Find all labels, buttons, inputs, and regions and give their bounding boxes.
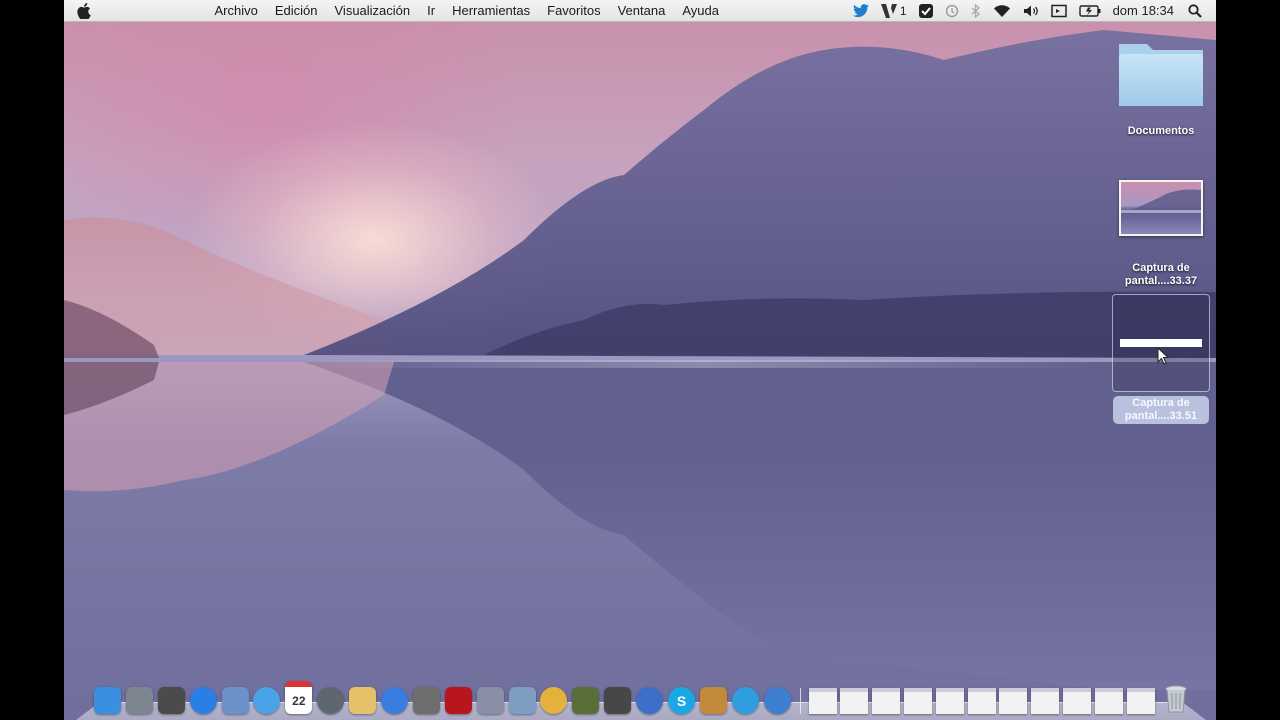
trash-icon[interactable] (1164, 684, 1188, 714)
dock-minimized-window[interactable] (808, 688, 837, 714)
desktop-item-label: Documentos (1127, 125, 1195, 137)
globe-icon[interactable] (636, 687, 664, 714)
desktop-folder-documentos[interactable]: Documentos (1111, 38, 1211, 138)
selection-highlight (1112, 294, 1210, 392)
pen-icon[interactable] (604, 687, 632, 714)
skype-icon[interactable]: S (668, 687, 696, 714)
preview-icon[interactable] (221, 687, 249, 714)
dock-separator (799, 688, 801, 714)
battery-icon[interactable] (1078, 0, 1101, 21)
desktop-item-label: Captura de pantal....33.37 (1124, 262, 1198, 287)
menu-favoritos[interactable]: Favoritos (539, 0, 609, 21)
dock-minimized-window[interactable] (935, 688, 964, 714)
chrome-icon[interactable] (540, 687, 568, 714)
menu-edicion[interactable]: Edición (266, 0, 326, 21)
mouse-cursor-icon (1157, 347, 1169, 365)
dock-minimized-window[interactable] (999, 688, 1028, 714)
menu-herramientas[interactable]: Herramientas (444, 0, 539, 21)
desktop-screenshot-2-selected[interactable]: Captura de pantal....33.51 (1111, 294, 1211, 424)
quicktime-icon[interactable] (763, 687, 791, 714)
screenshot-thumbnail (1120, 339, 1202, 347)
calendar-icon[interactable]: 22 (285, 681, 313, 714)
desktop-screenshot-1[interactable]: Captura de pantal....33.37 (1111, 180, 1211, 288)
dock-minimized-window[interactable] (840, 688, 869, 714)
itunes-icon[interactable] (381, 687, 409, 714)
wifi-icon[interactable] (993, 0, 1011, 21)
wallpaper-glow (184, 120, 564, 360)
dock: 22 S (76, 680, 1206, 720)
photo-app-icon[interactable] (444, 687, 472, 714)
dock-icon-glyph: 22 (292, 693, 306, 708)
menu-ventana[interactable]: Ventana (609, 0, 674, 21)
bluetooth-icon[interactable] (971, 0, 981, 21)
desktop-item-label[interactable]: Captura de pantal....33.51 (1113, 396, 1209, 424)
image-app-icon[interactable] (699, 687, 727, 714)
launchpad-icon[interactable] (125, 687, 153, 714)
water-horizon (304, 360, 1104, 368)
dock-minimized-window[interactable] (1062, 688, 1091, 714)
screenshot-thumbnail (1119, 180, 1203, 236)
dock-minimized-window[interactable] (967, 688, 996, 714)
status-area: 1 dom 18:34 (847, 0, 1216, 21)
time-machine-icon[interactable] (945, 0, 959, 21)
dock-minimized-window[interactable] (1126, 688, 1155, 714)
iphoto-icon[interactable] (508, 687, 536, 714)
app-store-icon[interactable] (189, 687, 217, 714)
adobe-icon[interactable]: 1 (880, 0, 907, 21)
facetime-icon[interactable] (317, 687, 345, 714)
twitter-bird-icon[interactable] (731, 687, 759, 714)
menu-ayuda[interactable]: Ayuda (674, 0, 728, 21)
apple-icon[interactable] (64, 2, 104, 19)
dock-minimized-window[interactable] (903, 688, 932, 714)
screen-icon[interactable] (1050, 0, 1067, 21)
twitter-icon[interactable] (852, 0, 869, 21)
imovie-icon[interactable] (572, 687, 600, 714)
notes-icon[interactable] (349, 687, 377, 714)
dock-minimized-window[interactable] (1031, 688, 1060, 714)
adobe-count: 1 (899, 3, 907, 18)
menu-visualizacion[interactable]: Visualización (326, 0, 419, 21)
menu-clock[interactable]: dom 18:34 (1113, 0, 1174, 21)
script-editor-icon[interactable] (476, 687, 504, 714)
finder-icon[interactable] (94, 687, 121, 714)
menu-bar: Archivo Edición Visualización Ir Herrami… (64, 0, 1216, 22)
spotlight-icon[interactable] (1188, 0, 1202, 21)
evernote-icon[interactable] (918, 0, 933, 21)
volume-icon[interactable] (1023, 0, 1039, 21)
safari-icon[interactable] (253, 687, 281, 714)
desktop[interactable]: Archivo Edición Visualización Ir Herrami… (64, 0, 1216, 720)
menu-archivo[interactable]: Archivo (206, 0, 266, 21)
dashboard-icon[interactable] (157, 687, 185, 714)
menu-ir[interactable]: Ir (419, 0, 444, 21)
folder-icon (1119, 44, 1203, 106)
wallpaper-sky (64, 0, 524, 260)
photo-booth-icon[interactable] (412, 687, 440, 714)
wallpaper-landscape (64, 30, 1216, 690)
dock-minimized-window[interactable] (1094, 688, 1123, 714)
dock-icon-glyph: S (676, 692, 687, 709)
dock-minimized-window[interactable] (872, 688, 901, 714)
